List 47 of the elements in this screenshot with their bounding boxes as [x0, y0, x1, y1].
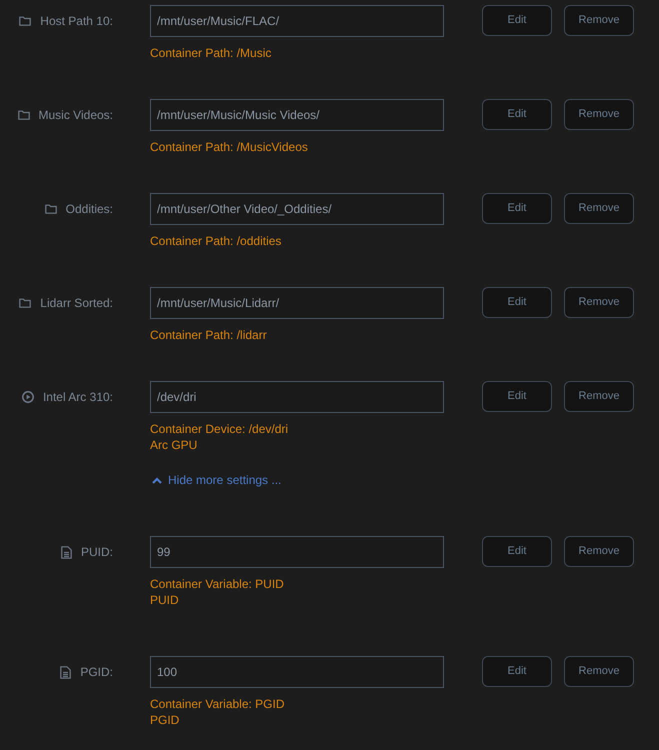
caret-up-icon — [152, 476, 162, 484]
value-field[interactable]: 99 — [150, 536, 444, 568]
remove-button[interactable]: Remove — [564, 381, 634, 412]
container-note: Arc GPU — [150, 437, 198, 453]
folder-icon — [44, 204, 57, 214]
value-field[interactable]: 100 — [150, 656, 444, 688]
value-field[interactable]: /mnt/user/Music/Lidarr/ — [150, 287, 444, 319]
document-icon — [60, 666, 72, 678]
folder-icon — [19, 16, 32, 26]
edit-button[interactable]: Edit — [482, 193, 552, 224]
edit-button[interactable]: Edit — [482, 381, 552, 412]
container-note: Container Variable: PUID — [150, 576, 284, 592]
remove-button[interactable]: Remove — [564, 287, 634, 318]
field-label: Music Videos: — [38, 107, 113, 124]
remove-button[interactable]: Remove — [564, 5, 634, 36]
remove-button[interactable]: Remove — [564, 656, 634, 687]
remove-button[interactable]: Remove — [564, 193, 634, 224]
container-note: Container Path: /oddities — [150, 233, 282, 249]
edit-button[interactable]: Edit — [482, 5, 552, 36]
value-field[interactable]: /dev/dri — [150, 381, 444, 413]
container-note: Container Device: /dev/dri — [150, 421, 288, 437]
field-label: PGID: — [80, 664, 113, 681]
hide-settings-link[interactable]: Hide more settings ... — [152, 472, 282, 488]
edit-button[interactable]: Edit — [482, 287, 552, 318]
folder-icon — [19, 298, 32, 308]
container-note: PUID — [150, 592, 179, 608]
value-field[interactable]: /mnt/user/Music/FLAC/ — [150, 5, 444, 37]
value-field[interactable]: /mnt/user/Other Video/_Oddities/ — [150, 193, 444, 225]
container-note: Container Path: /Music — [150, 45, 272, 61]
edit-button[interactable]: Edit — [482, 99, 552, 130]
container-note: PGID — [150, 712, 180, 728]
field-label: PUID: — [80, 544, 113, 561]
field-label: Host Path 10: — [40, 13, 113, 30]
container-note: Container Path: /lidarr — [150, 327, 267, 343]
edit-button[interactable]: Edit — [482, 536, 552, 567]
container-note: Container Variable: PGID — [150, 696, 285, 712]
container-note: Container Path: /MusicVideos — [150, 139, 308, 155]
edit-button[interactable]: Edit — [482, 656, 552, 687]
play-circle-icon — [22, 391, 34, 403]
field-label: Lidarr Sorted: — [40, 295, 113, 312]
remove-button[interactable]: Remove — [564, 536, 634, 567]
field-label: Intel Arc 310: — [42, 389, 113, 406]
value-field[interactable]: /mnt/user/Music/Music Videos/ — [150, 99, 444, 131]
folder-icon — [18, 110, 30, 120]
document-icon — [60, 546, 72, 558]
field-label: Oddities: — [66, 201, 113, 218]
remove-button[interactable]: Remove — [564, 99, 634, 130]
